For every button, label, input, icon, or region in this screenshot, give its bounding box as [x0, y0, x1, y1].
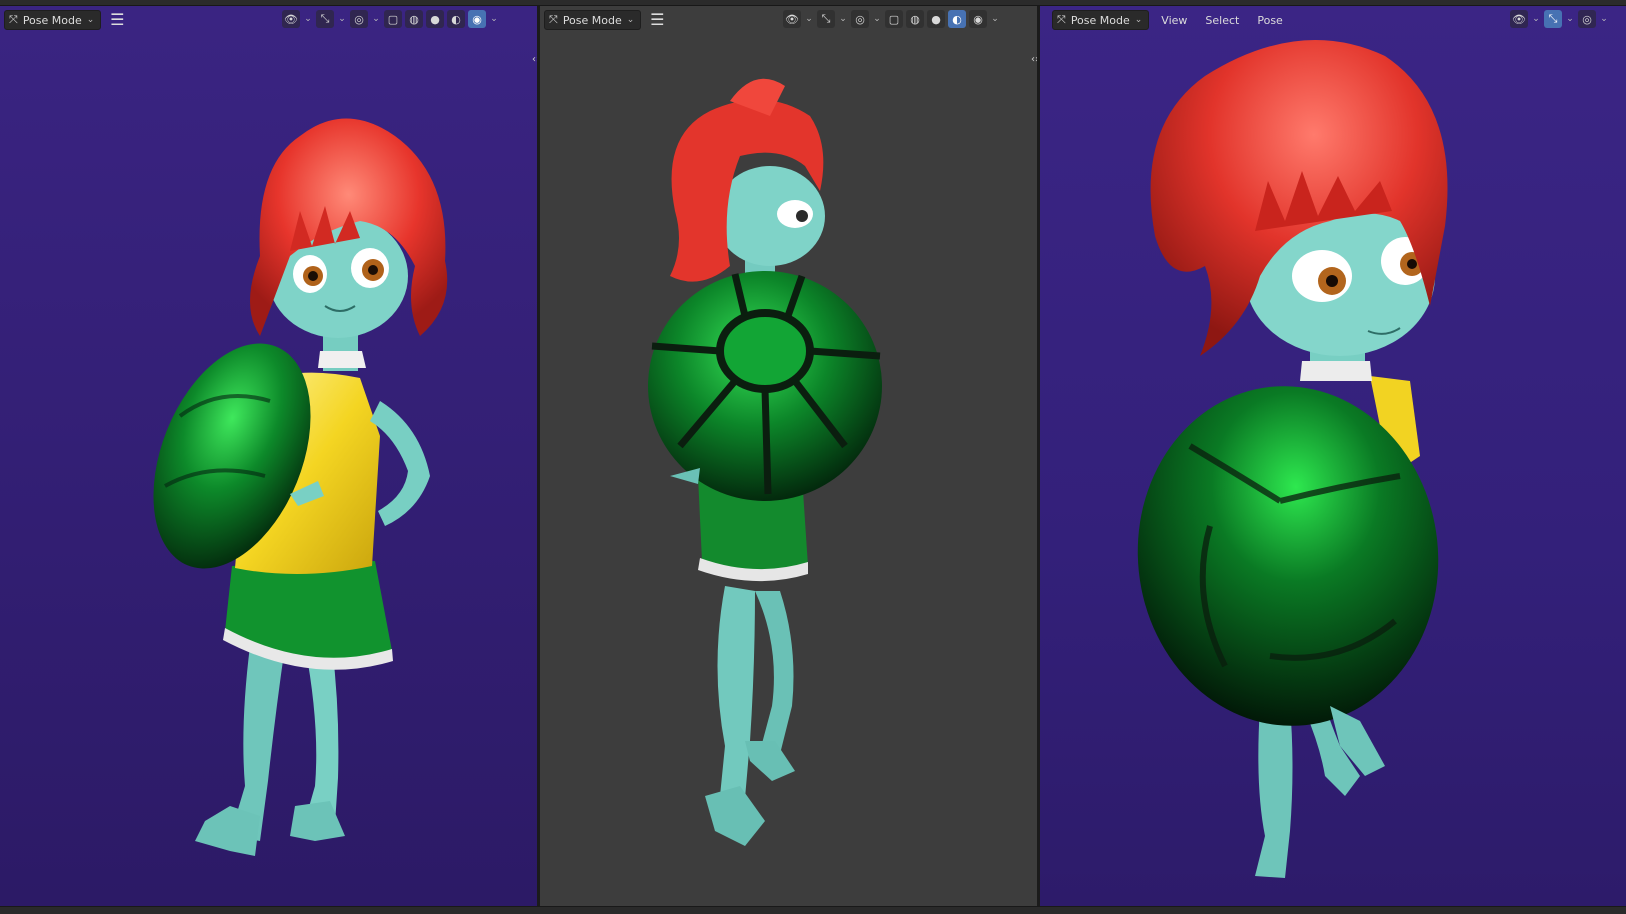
- viewport-right[interactable]: ⤧ Pose Mode ⌄ View Select Pose 👁 ⌄ ⤡ ⌄ ◎ ⌄: [1040, 6, 1626, 906]
- eye-icon[interactable]: 👁: [1510, 10, 1528, 28]
- menu-view[interactable]: View: [1155, 12, 1193, 29]
- gizmo-icon[interactable]: ⤡: [817, 10, 835, 28]
- chevron-down-icon[interactable]: ⌄: [489, 14, 499, 24]
- xray-icon[interactable]: ▢: [885, 10, 903, 28]
- viewport-left[interactable]: ⤧ Pose Mode ⌄ ☰ 👁⌄ ⤡⌄ ◎⌄ ▢ ◍ ● ◐ ◉ ⌄ ‹›: [0, 6, 537, 906]
- solid-shading-icon[interactable]: ●: [426, 10, 444, 28]
- chevron-down-icon[interactable]: ⌄: [371, 14, 381, 24]
- pose-mode-icon: ⤧: [549, 13, 558, 26]
- gizmo-icon[interactable]: ⤡: [316, 10, 334, 28]
- character-render-front: [153, 118, 448, 856]
- rendered-shading-icon[interactable]: ◉: [969, 10, 987, 28]
- chevron-down-icon[interactable]: ⌄: [872, 14, 882, 24]
- status-bar: [0, 906, 1626, 914]
- hamburger-icon[interactable]: ☰: [107, 10, 127, 30]
- viewport-tools-left: 👁 ⌄ ⤡ ⌄ ◎ ⌄ ▢ ◍ ● ◐ ◉ ⌄: [282, 10, 499, 28]
- chevron-down-icon: ⌄: [1134, 15, 1143, 25]
- overlay-icon[interactable]: ◎: [1578, 10, 1596, 28]
- mode-label: Pose Mode: [1070, 13, 1130, 27]
- chevron-down-icon: ⌄: [86, 15, 95, 25]
- xray-icon[interactable]: ▢: [384, 10, 402, 28]
- chevron-down-icon[interactable]: ⌄: [303, 14, 313, 24]
- viewport-tools-right: 👁 ⌄ ⤡ ⌄ ◎ ⌄: [1510, 10, 1609, 28]
- overlay-icon[interactable]: ◎: [851, 10, 869, 28]
- chevron-down-icon[interactable]: ⌄: [804, 14, 814, 24]
- mode-label: Pose Mode: [22, 13, 82, 27]
- region-toggle-icon[interactable]: ‹›: [528, 54, 537, 66]
- mode-dropdown[interactable]: ⤧ Pose Mode ⌄: [544, 10, 642, 30]
- rendered-shading-icon[interactable]: ◉: [468, 10, 486, 28]
- chevron-down-icon[interactable]: ⌄: [838, 14, 848, 24]
- solid-shading-icon[interactable]: ●: [927, 10, 945, 28]
- mode-label: Pose Mode: [562, 13, 622, 27]
- mode-dropdown[interactable]: ⤧ Pose Mode ⌄: [1052, 10, 1150, 30]
- material-shading-icon[interactable]: ◐: [447, 10, 465, 28]
- eye-icon[interactable]: 👁: [783, 10, 801, 28]
- chevron-down-icon[interactable]: ⌄: [990, 14, 1000, 24]
- viewport-tools-middle: 👁 ⌄ ⤡ ⌄ ◎ ⌄ ▢ ◍ ● ◐ ◉ ⌄: [783, 10, 1000, 28]
- hamburger-icon[interactable]: ☰: [647, 10, 667, 30]
- chevron-down-icon[interactable]: ⌄: [337, 14, 347, 24]
- wireframe-shading-icon[interactable]: ◍: [906, 10, 924, 28]
- pose-mode-icon: ⤧: [1057, 13, 1066, 26]
- menu-select[interactable]: Select: [1199, 12, 1245, 29]
- material-shading-icon[interactable]: ◐: [948, 10, 966, 28]
- mode-dropdown[interactable]: ⤧ Pose Mode ⌄: [4, 10, 102, 30]
- overlay-icon[interactable]: ◎: [350, 10, 368, 28]
- character-render-closeup: [1137, 40, 1448, 878]
- menu-pose[interactable]: Pose: [1251, 12, 1288, 29]
- wireframe-shading-icon[interactable]: ◍: [405, 10, 423, 28]
- character-render-back: [648, 78, 882, 846]
- gizmo-icon[interactable]: ⤡: [1544, 10, 1562, 28]
- chevron-down-icon[interactable]: ⌄: [1599, 14, 1609, 24]
- chevron-down-icon: ⌄: [626, 15, 635, 25]
- chevron-down-icon[interactable]: ⌄: [1565, 14, 1575, 24]
- viewport-middle[interactable]: ⤧ Pose Mode ⌄ ☰ 👁⌄ ⤡⌄ ◎⌄ ▢ ◍ ● ◐ ◉ ⌄ ‹›: [540, 6, 1037, 906]
- chevron-down-icon[interactable]: ⌄: [1531, 14, 1541, 24]
- eye-icon[interactable]: 👁: [282, 10, 300, 28]
- region-toggle-icon[interactable]: ‹›: [1027, 54, 1037, 66]
- pose-mode-icon: ⤧: [9, 13, 18, 26]
